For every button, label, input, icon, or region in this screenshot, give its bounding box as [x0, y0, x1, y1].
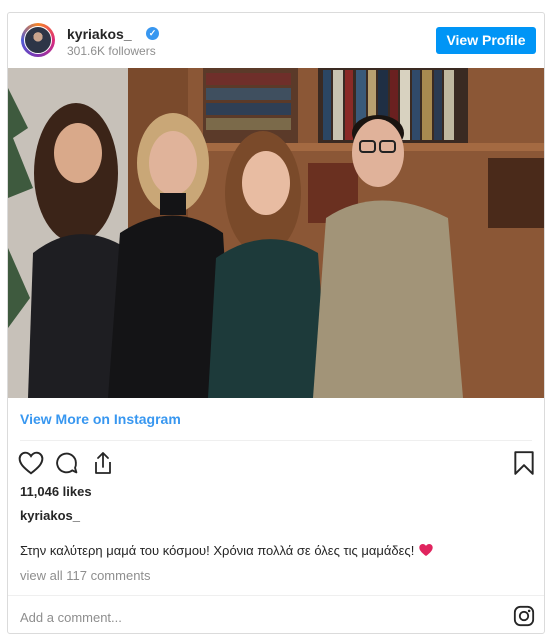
username-link[interactable]: kyriakos_ [67, 26, 132, 42]
family-photo [8, 68, 544, 398]
view-all-comments-link[interactable]: view all 117 comments [20, 568, 151, 583]
view-more-on-instagram-link[interactable]: View More on Instagram [20, 411, 181, 427]
add-comment-field[interactable]: Add a comment... [20, 610, 122, 625]
post-header: kyriakos_ ✓ 301.6K followers View Profil… [8, 13, 544, 68]
verified-badge-icon: ✓ [146, 27, 159, 40]
post-caption: Στην καλύτερη μαμά του κόσμου! Χρόνια πο… [20, 543, 434, 558]
divider [8, 595, 544, 596]
avatar[interactable] [21, 23, 55, 57]
view-profile-button[interactable]: View Profile [436, 27, 536, 54]
share-icon[interactable] [91, 450, 115, 476]
heart-icon[interactable] [18, 451, 44, 475]
caption-username[interactable]: kyriakos_ [20, 508, 80, 523]
action-bar [8, 447, 544, 479]
follower-count: 301.6K followers [67, 44, 156, 58]
bookmark-icon[interactable] [513, 450, 535, 476]
avatar-photo [24, 26, 52, 54]
like-count[interactable]: 11,046 likes [20, 484, 92, 499]
divider [20, 440, 532, 441]
comment-icon[interactable] [54, 451, 79, 476]
caption-text: Στην καλύτερη μαμά του κόσμου! Χρόνια πο… [20, 543, 415, 558]
red-heart-emoji-icon [419, 543, 433, 557]
post-image[interactable] [8, 68, 544, 398]
instagram-embed-card: kyriakos_ ✓ 301.6K followers View Profil… [7, 12, 545, 634]
instagram-icon[interactable] [513, 605, 535, 627]
